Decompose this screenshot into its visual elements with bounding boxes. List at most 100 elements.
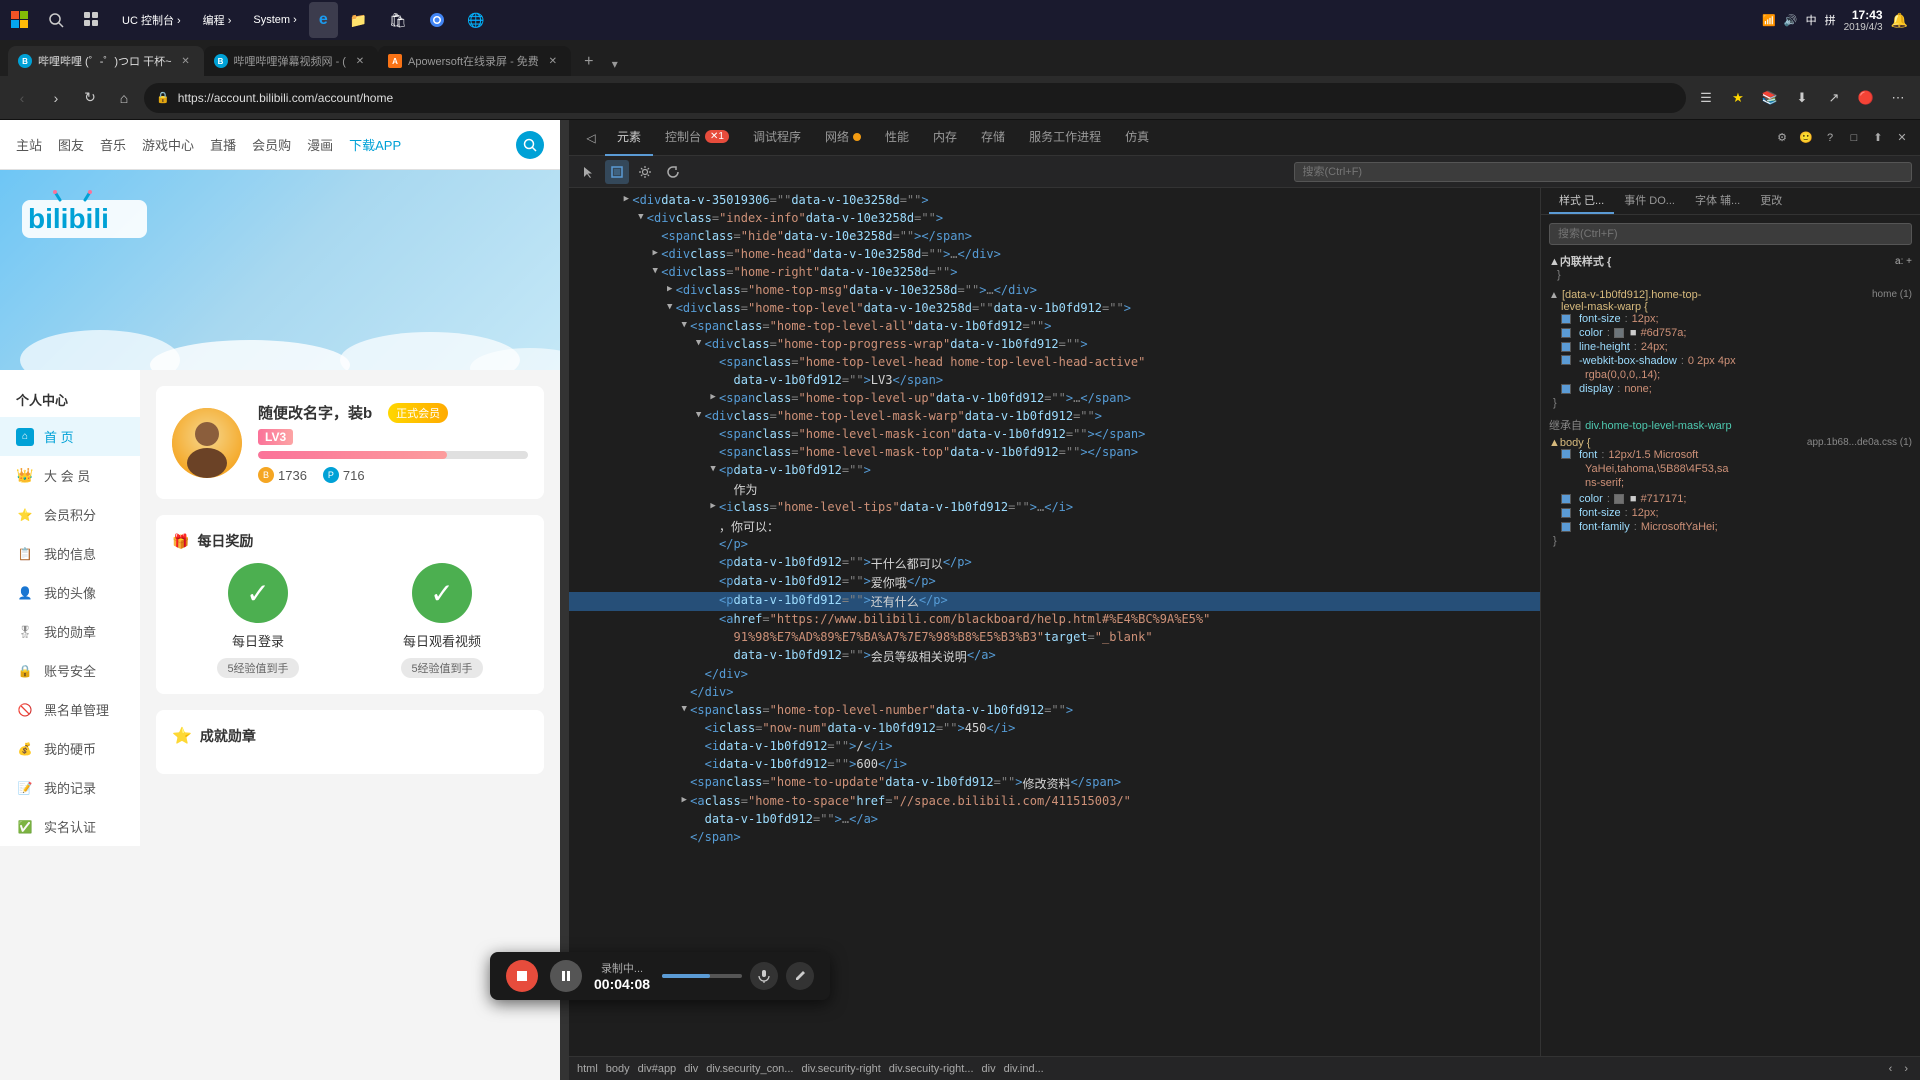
bili-sidebar-badge[interactable]: 🎖 我的勋章 [0,612,140,651]
search-taskbar-button[interactable] [40,4,72,36]
code-line-33[interactable]: ▶ <span class = "home-to-update" data-v-… [569,774,1540,793]
toggle-6[interactable]: ▶ [664,283,676,295]
address-bar[interactable]: 🔒 https://account.bilibili.com/account/h… [144,83,1686,113]
devtools-right-tab-fonts[interactable]: 字体 辅... [1685,188,1750,214]
devtools-close-icon[interactable]: ✕ [1892,128,1912,148]
breadcrumb-prev[interactable]: ‹ [1885,1063,1897,1075]
code-line-18[interactable]: ▶ <i class = "home-level-tips" data-v-1b… [569,499,1540,517]
bili-sidebar-blacklist[interactable]: 🚫 黑名单管理 [0,690,140,729]
code-line-22[interactable]: ▶ <p data-v-1b0fd912 ="" > 爱你哦 </p> [569,573,1540,592]
toggle-9[interactable]: ▼ [693,337,705,349]
browser-tab-0[interactable]: B 哔哩哔哩 (゜-゜)つロ 干杯~ ✕ [8,46,204,76]
devtools-search-input[interactable] [1294,162,1913,182]
tab-close-1[interactable]: ✕ [352,53,368,69]
code-line-12[interactable]: ▶ <span class = "home-top-level-up" data… [569,390,1540,408]
bili-nav-download[interactable]: 下载APP [349,131,401,158]
devtools-right-tab-changes[interactable]: 更改 [1750,188,1792,214]
body-fontfamily-checkbox[interactable] [1561,522,1571,532]
body-color-checkbox[interactable] [1561,494,1571,504]
code-line-29[interactable]: ▼ <span class = "home-top-level-number" … [569,702,1540,720]
devtools-right-tab-events[interactable]: 事件 DO... [1614,188,1685,214]
recording-pen-button[interactable] [786,962,814,990]
code-line-6[interactable]: ▶ <div class = "home-top-msg" data-v-10e… [569,282,1540,300]
toggle-29[interactable]: ▼ [678,703,690,715]
code-line-24[interactable]: ▶ <a href = "https://www.bilibili.com/bl… [569,611,1540,629]
breadcrumb-div2[interactable]: div [982,1063,996,1075]
toggle-13[interactable]: ▼ [693,409,705,421]
breadcrumb-divind[interactable]: div.ind... [1004,1063,1044,1075]
share-icon[interactable]: ↗ [1820,84,1848,112]
box-shadow-checkbox[interactable] [1561,355,1571,365]
code-line-31[interactable]: ▶ <i data-v-1b0fd912 ="" > / </i> [569,738,1540,756]
code-line-17[interactable]: ▶ 作为 [569,480,1540,499]
inline-styles-plus[interactable]: a: + [1895,256,1912,267]
code-line-4[interactable]: ▶ <div class = "home-head" data-v-10e325… [569,246,1540,264]
breadcrumb-html[interactable]: html [577,1063,598,1075]
devtools-refresh-tool[interactable] [661,160,685,184]
devtools-select-tool[interactable] [577,160,601,184]
recording-pause-button[interactable] [550,960,582,992]
bili-sidebar-info[interactable]: 📋 我的信息 [0,534,140,573]
bili-sidebar-history[interactable]: 📝 我的记录 [0,768,140,807]
code-line-26[interactable]: ▶ data-v-1b0fd912 ="" > 会员等级相关说明 </a> [569,647,1540,666]
code-line-13[interactable]: ▼ <div class = "home-top-level-mask-warp… [569,408,1540,426]
styles-filter-input[interactable] [1549,223,1912,245]
reload-button[interactable]: ↻ [76,84,104,112]
download-icon[interactable]: ⬇ [1788,84,1816,112]
code-line-35[interactable]: ▶ data-v-1b0fd912 ="" > … </a> [569,811,1540,829]
display-checkbox[interactable] [1561,384,1571,394]
code-line-10[interactable]: ▶ <span class = "home-top-level-head hom… [569,354,1540,372]
devtools-dock-icon[interactable]: □ [1844,128,1864,148]
bili-search-button[interactable] [516,131,544,159]
devtools-undock-icon[interactable]: ⬆ [1868,128,1888,148]
reading-list-icon[interactable]: ☰ [1692,84,1720,112]
forward-button[interactable]: › [42,84,70,112]
bili-nav-shop[interactable]: 会员购 [252,131,291,158]
toggle-5[interactable]: ▼ [649,265,661,277]
extensions-icon[interactable]: ⋯ [1884,84,1912,112]
devtools-right-tab-styles[interactable]: 样式 已... [1549,188,1614,214]
bili-sidebar-home[interactable]: ⌂ 首 页 [0,417,140,456]
breadcrumb-body[interactable]: body [606,1063,630,1075]
devtools-help-icon[interactable]: ? [1820,128,1840,148]
hub-icon[interactable]: 📚 [1756,84,1784,112]
color-checkbox[interactable] [1561,328,1571,338]
breadcrumb-div[interactable]: div [684,1063,698,1075]
devtools-tab-worker[interactable]: 服务工作进程 [1017,120,1113,156]
font-size-checkbox[interactable] [1561,314,1571,324]
taskbar-app-coding[interactable]: 编程 › [193,2,242,38]
taskbar-app-chrome[interactable] [419,2,455,38]
bili-sidebar-points[interactable]: ⭐ 会员积分 [0,495,140,534]
toggle-7[interactable]: ▼ [664,301,676,313]
body-fontsize-checkbox[interactable] [1561,508,1571,518]
code-line-3[interactable]: ▶ <span class = "hide" data-v-10e3258d =… [569,228,1540,246]
code-line-20[interactable]: ▶ </p> [569,536,1540,554]
code-line-2[interactable]: ▼ <div class = "index-info" data-v-10e32… [569,210,1540,228]
code-line-27[interactable]: ▶ </div> [569,666,1540,684]
bili-sidebar-vip[interactable]: 👑 大 会 员 [0,456,140,495]
back-button[interactable]: ‹ [8,84,36,112]
taskbar-notification-icon[interactable]: 🔔 [1891,12,1908,29]
toggle-2[interactable]: ▼ [635,211,647,223]
devtools-tab-memory[interactable]: 内存 [921,120,969,156]
code-line-21[interactable]: ▶ <p data-v-1b0fd912 ="" > 干什么都可以 </p> [569,554,1540,573]
toggle-12[interactable]: ▶ [707,391,719,403]
breadcrumb-next[interactable]: › [1900,1063,1912,1075]
devtools-tab-performance[interactable]: 性能 [873,120,921,156]
line-height-checkbox[interactable] [1561,342,1571,352]
code-line-36[interactable]: ▶ </span> [569,829,1540,847]
toggle-8[interactable]: ▼ [678,319,690,331]
bili-sidebar-verify[interactable]: ✅ 实名认证 [0,807,140,846]
code-line-30[interactable]: ▶ <i class = "now-num" data-v-1b0fd912 =… [569,720,1540,738]
code-line-32[interactable]: ▶ <i data-v-1b0fd912 ="" > 600 </i> [569,756,1540,774]
task-view-button[interactable] [76,4,108,36]
devtools-tab-elements[interactable]: 元素 [605,120,653,156]
taskbar-app-explorer[interactable]: 📁 [340,2,377,38]
devtools-gear-tool[interactable] [633,160,657,184]
browser-tab-1[interactable]: B 哔哩哔哩弹幕视频网 - ( ✕ [204,46,378,76]
code-line-9[interactable]: ▼ <div class = "home-top-progress-wrap" … [569,336,1540,354]
bili-nav-friends[interactable]: 图友 [58,131,84,158]
devtools-tab-emulation[interactable]: 仿真 [1113,120,1161,156]
code-line-19[interactable]: ▶ ，你可以： [569,517,1540,536]
toggle-34[interactable]: ▶ [678,794,690,806]
